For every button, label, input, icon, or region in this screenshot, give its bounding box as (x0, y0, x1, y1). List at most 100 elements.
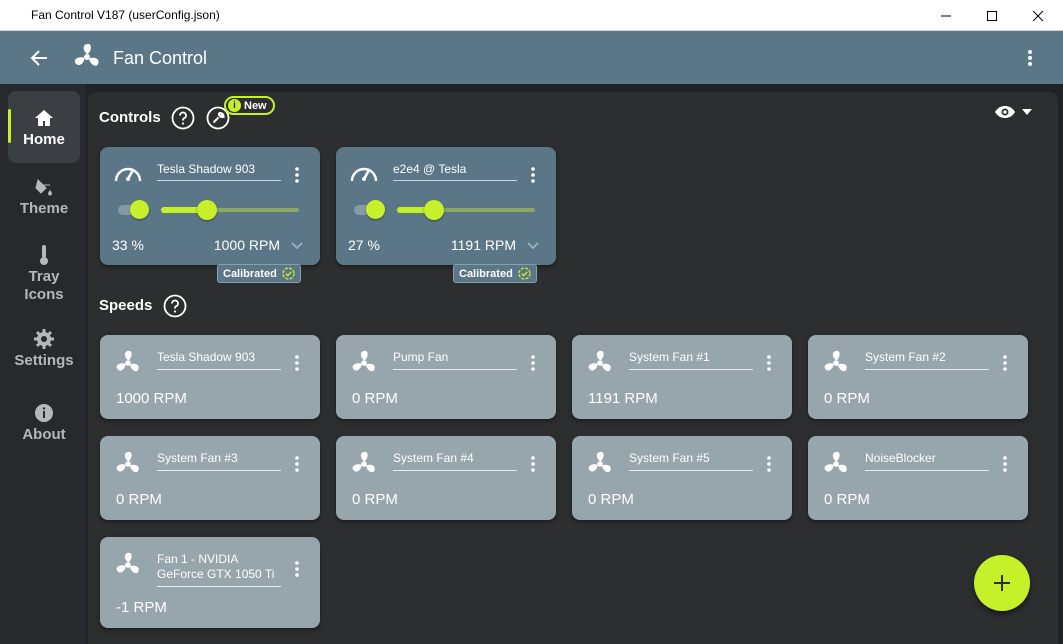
chevron-down-icon[interactable] (290, 239, 304, 253)
nav-about-label: About (22, 426, 66, 443)
nav-settings[interactable]: Settings (8, 328, 80, 378)
nav-theme[interactable]: Theme (8, 176, 80, 226)
speed-card[interactable]: Pump Fan 0 RPM (336, 335, 556, 419)
minimize-button[interactable] (923, 0, 969, 31)
slider-thumb[interactable] (424, 200, 445, 220)
maximize-icon (987, 10, 997, 21)
control-enable-toggle[interactable] (118, 200, 149, 219)
nav-home[interactable]: Home (8, 91, 80, 163)
control-card[interactable]: Tesla Shadow 903 33 % 1000 RPM (100, 147, 320, 265)
speed-card[interactable]: System Fan #5 0 RPM (572, 436, 792, 520)
speed-card[interactable]: System Fan #2 0 RPM (808, 335, 1028, 419)
speed-rpm: 0 RPM (352, 491, 398, 508)
speed-rpm: 0 RPM (352, 390, 398, 407)
speed-rpm: -1 RPM (116, 599, 167, 616)
app-menu-button[interactable] (1018, 45, 1042, 71)
speed-card[interactable]: System Fan #1 1191 RPM (572, 335, 792, 419)
control-name[interactable]: e2e4 @ Tesla (393, 162, 517, 181)
nav-tray-icons-label: Tray Icons (24, 268, 64, 303)
more-vertical-icon (1003, 456, 1007, 472)
speed-menu-button[interactable] (290, 353, 304, 373)
control-speed-slider[interactable] (161, 200, 299, 221)
speed-name[interactable]: NoiseBlocker (865, 451, 989, 471)
control-card[interactable]: e2e4 @ Tesla 27 % 1191 RPM (336, 147, 556, 265)
speed-menu-button[interactable] (290, 454, 304, 474)
control-enable-toggle[interactable] (354, 200, 385, 219)
fan-icon (588, 350, 611, 372)
info-icon (35, 404, 53, 422)
nav-about[interactable]: About (8, 402, 80, 452)
control-name[interactable]: Tesla Shadow 903 (157, 162, 281, 181)
speed-rpm: 1191 RPM (588, 390, 658, 407)
close-button[interactable] (1015, 0, 1061, 31)
window-titlebar: Fan Control V187 (userConfig.json) (0, 0, 1063, 31)
slider-thumb[interactable] (196, 200, 217, 220)
speed-name[interactable]: System Fan #1 (629, 350, 753, 370)
speed-menu-button[interactable] (526, 454, 540, 474)
calibrated-badge: Calibrated (453, 264, 537, 283)
check-circle-icon (518, 267, 531, 280)
check-circle-icon (282, 267, 295, 280)
speed-menu-button[interactable] (998, 454, 1012, 474)
speed-name[interactable]: Pump Fan (393, 350, 517, 370)
nav-home-label: Home (23, 131, 65, 148)
speed-card[interactable]: System Fan #3 0 RPM (100, 436, 320, 520)
control-percent: 33 % (112, 237, 144, 253)
speed-menu-button[interactable] (526, 353, 540, 373)
control-menu-button[interactable] (526, 165, 540, 185)
speed-rpm: 1000 RPM (116, 390, 187, 407)
fan-icon (588, 451, 611, 473)
fan-icon (824, 350, 847, 372)
app-title: Fan Control (113, 48, 208, 68)
eye-icon (995, 106, 1015, 118)
window-title: Fan Control V187 (userConfig.json) (31, 8, 220, 22)
chevron-down-icon[interactable] (526, 239, 540, 253)
control-speed-slider[interactable] (397, 200, 535, 221)
more-vertical-icon (295, 456, 299, 472)
control-menu-button[interactable] (290, 165, 304, 185)
speed-name[interactable]: System Fan #5 (629, 451, 753, 471)
speed-menu-button[interactable] (762, 353, 776, 373)
speed-card[interactable]: Fan 1 - NVIDIA GeForce GTX 1050 Ti -1 RP… (100, 537, 320, 628)
speed-rpm: 0 RPM (824, 390, 870, 407)
speed-menu-button[interactable] (290, 559, 304, 579)
maximize-button[interactable] (969, 0, 1015, 31)
nav-settings-label: Settings (14, 352, 74, 369)
speed-card[interactable]: NoiseBlocker 0 RPM (808, 436, 1028, 520)
visibility-toggle[interactable] (994, 102, 1038, 122)
speed-name[interactable]: System Fan #2 (865, 350, 989, 370)
fan-icon (116, 552, 139, 574)
fan-icon (352, 451, 375, 473)
fan-icon (352, 350, 375, 372)
speed-rpm: 0 RPM (588, 491, 634, 508)
home-icon (35, 110, 53, 126)
nav-tray-icons[interactable]: Tray Icons (8, 244, 80, 304)
close-icon (1032, 10, 1044, 21)
speed-card[interactable]: System Fan #4 0 RPM (336, 436, 556, 520)
speed-name[interactable]: Tesla Shadow 903 (157, 350, 281, 370)
fan-logo-icon (74, 43, 99, 66)
speed-menu-button[interactable] (998, 353, 1012, 373)
more-vertical-icon (1028, 50, 1032, 66)
speed-name[interactable]: System Fan #3 (157, 451, 281, 471)
more-vertical-icon (531, 167, 535, 183)
speeds-heading: Speeds (99, 297, 153, 314)
speed-name[interactable]: Fan 1 - NVIDIA GeForce GTX 1050 Ti (157, 552, 281, 587)
speed-menu-button[interactable] (762, 454, 776, 474)
calibrated-label: Calibrated (459, 267, 513, 280)
add-button[interactable] (974, 555, 1030, 611)
speeds-help-icon[interactable] (163, 294, 187, 318)
control-rpm: 1191 RPM (450, 237, 516, 253)
controls-help-icon[interactable] (171, 106, 195, 130)
side-nav: Home Theme Tray Icons Settings About (0, 84, 86, 644)
speed-name[interactable]: System Fan #4 (393, 451, 517, 471)
back-button[interactable] (26, 45, 52, 71)
fan-icon (116, 451, 139, 473)
speed-card[interactable]: Tesla Shadow 903 1000 RPM (100, 335, 320, 419)
more-vertical-icon (531, 456, 535, 472)
more-vertical-icon (767, 456, 771, 472)
more-vertical-icon (531, 355, 535, 371)
speedometer-icon (114, 167, 142, 182)
more-vertical-icon (767, 355, 771, 371)
controls-heading: Controls (99, 109, 161, 126)
